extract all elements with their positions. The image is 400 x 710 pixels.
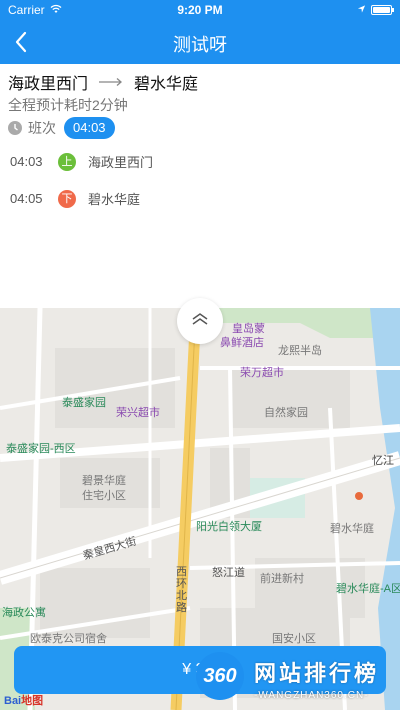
- map-label-guoan: 国安小区: [272, 633, 316, 645]
- shift-row: 班次 04:03: [8, 117, 115, 139]
- watermark: 360 网站排行榜 -WANGZHAN360.CN-: [196, 652, 400, 710]
- baidu-map-logo: Bai地图: [4, 692, 43, 708]
- stop-time: 04:03: [10, 154, 43, 169]
- map-label-ouqiao: 欧泰克公司宿舍: [30, 633, 107, 645]
- navigation-bar: 测试呀: [0, 20, 400, 64]
- estimated-duration: 全程预计耗时2分钟: [8, 97, 128, 113]
- map-label-haizheng: 海政公寓: [2, 607, 46, 619]
- map-label-bishui-a: 碧水华庭-A区: [336, 583, 400, 595]
- stop-name: 碧水华庭: [88, 192, 141, 207]
- battery-icon: [371, 5, 394, 15]
- watermark-brand: 网站排行榜: [254, 661, 380, 686]
- map-label-longxi: 龙熙半岛: [278, 345, 322, 357]
- watermark-badge: 360: [196, 652, 244, 700]
- route-origin: 海政里西门: [8, 76, 89, 93]
- alighting-badge: 下: [58, 189, 76, 208]
- clock-time: 9:20 PM: [177, 3, 223, 17]
- map-label-bijing-sub: 住宅小区: [82, 490, 126, 502]
- map-label-rongwan: 荣万超市: [240, 367, 284, 379]
- shift-label: 班次: [28, 120, 56, 136]
- chevron-up-double-icon: [192, 313, 208, 325]
- page-title: 测试呀: [173, 35, 227, 55]
- collapse-panel-button[interactable]: [177, 298, 223, 344]
- map-label-taisheng: 泰盛家园: [62, 397, 106, 409]
- map-label-taisheng-west: 泰盛家园-西区: [6, 443, 76, 455]
- map-label-ziran: 自然家园: [264, 407, 308, 419]
- shift-time-badge[interactable]: 04:03: [64, 117, 115, 139]
- map-label-qianjin: 前进新村: [260, 573, 304, 585]
- stop-name: 海政里西门: [88, 155, 154, 170]
- baidu-logo-suffix: 地图: [21, 695, 44, 707]
- map-label-hotel-2: 鼻鲜酒店: [220, 337, 264, 349]
- baidu-logo-text: Bai: [4, 695, 22, 707]
- map-label-road-xihuan: 西环北路: [176, 566, 187, 614]
- status-bar: Carrier 9:20 PM: [0, 0, 400, 20]
- watermark-url: -WANGZHAN360.CN-: [254, 690, 369, 701]
- map-label-yijiang: 忆江: [372, 455, 394, 467]
- map-label-bijing: 碧景华庭: [82, 475, 126, 487]
- map-label-yangguang: 阳光白领大厦: [196, 521, 262, 533]
- route-destination: 碧水华庭: [134, 76, 199, 93]
- map-label-bishui: 碧水华庭: [330, 523, 374, 535]
- location-arrow-icon: [357, 5, 366, 13]
- map-label-road-nujiang: 怒江道: [212, 567, 245, 579]
- stop-row-boarding: 04:03 上 海政里西门: [10, 152, 153, 171]
- route-summary: 海政里西门 碧水华庭: [8, 70, 198, 94]
- boarding-badge: 上: [58, 152, 76, 171]
- stop-row-alighting: 04:05 下 碧水华庭: [10, 189, 140, 208]
- stop-time: 04:05: [10, 191, 43, 206]
- map-label-rongxing: 荣兴超市: [116, 407, 160, 419]
- right-arrow-icon: [99, 78, 123, 86]
- clock-icon: [8, 121, 22, 135]
